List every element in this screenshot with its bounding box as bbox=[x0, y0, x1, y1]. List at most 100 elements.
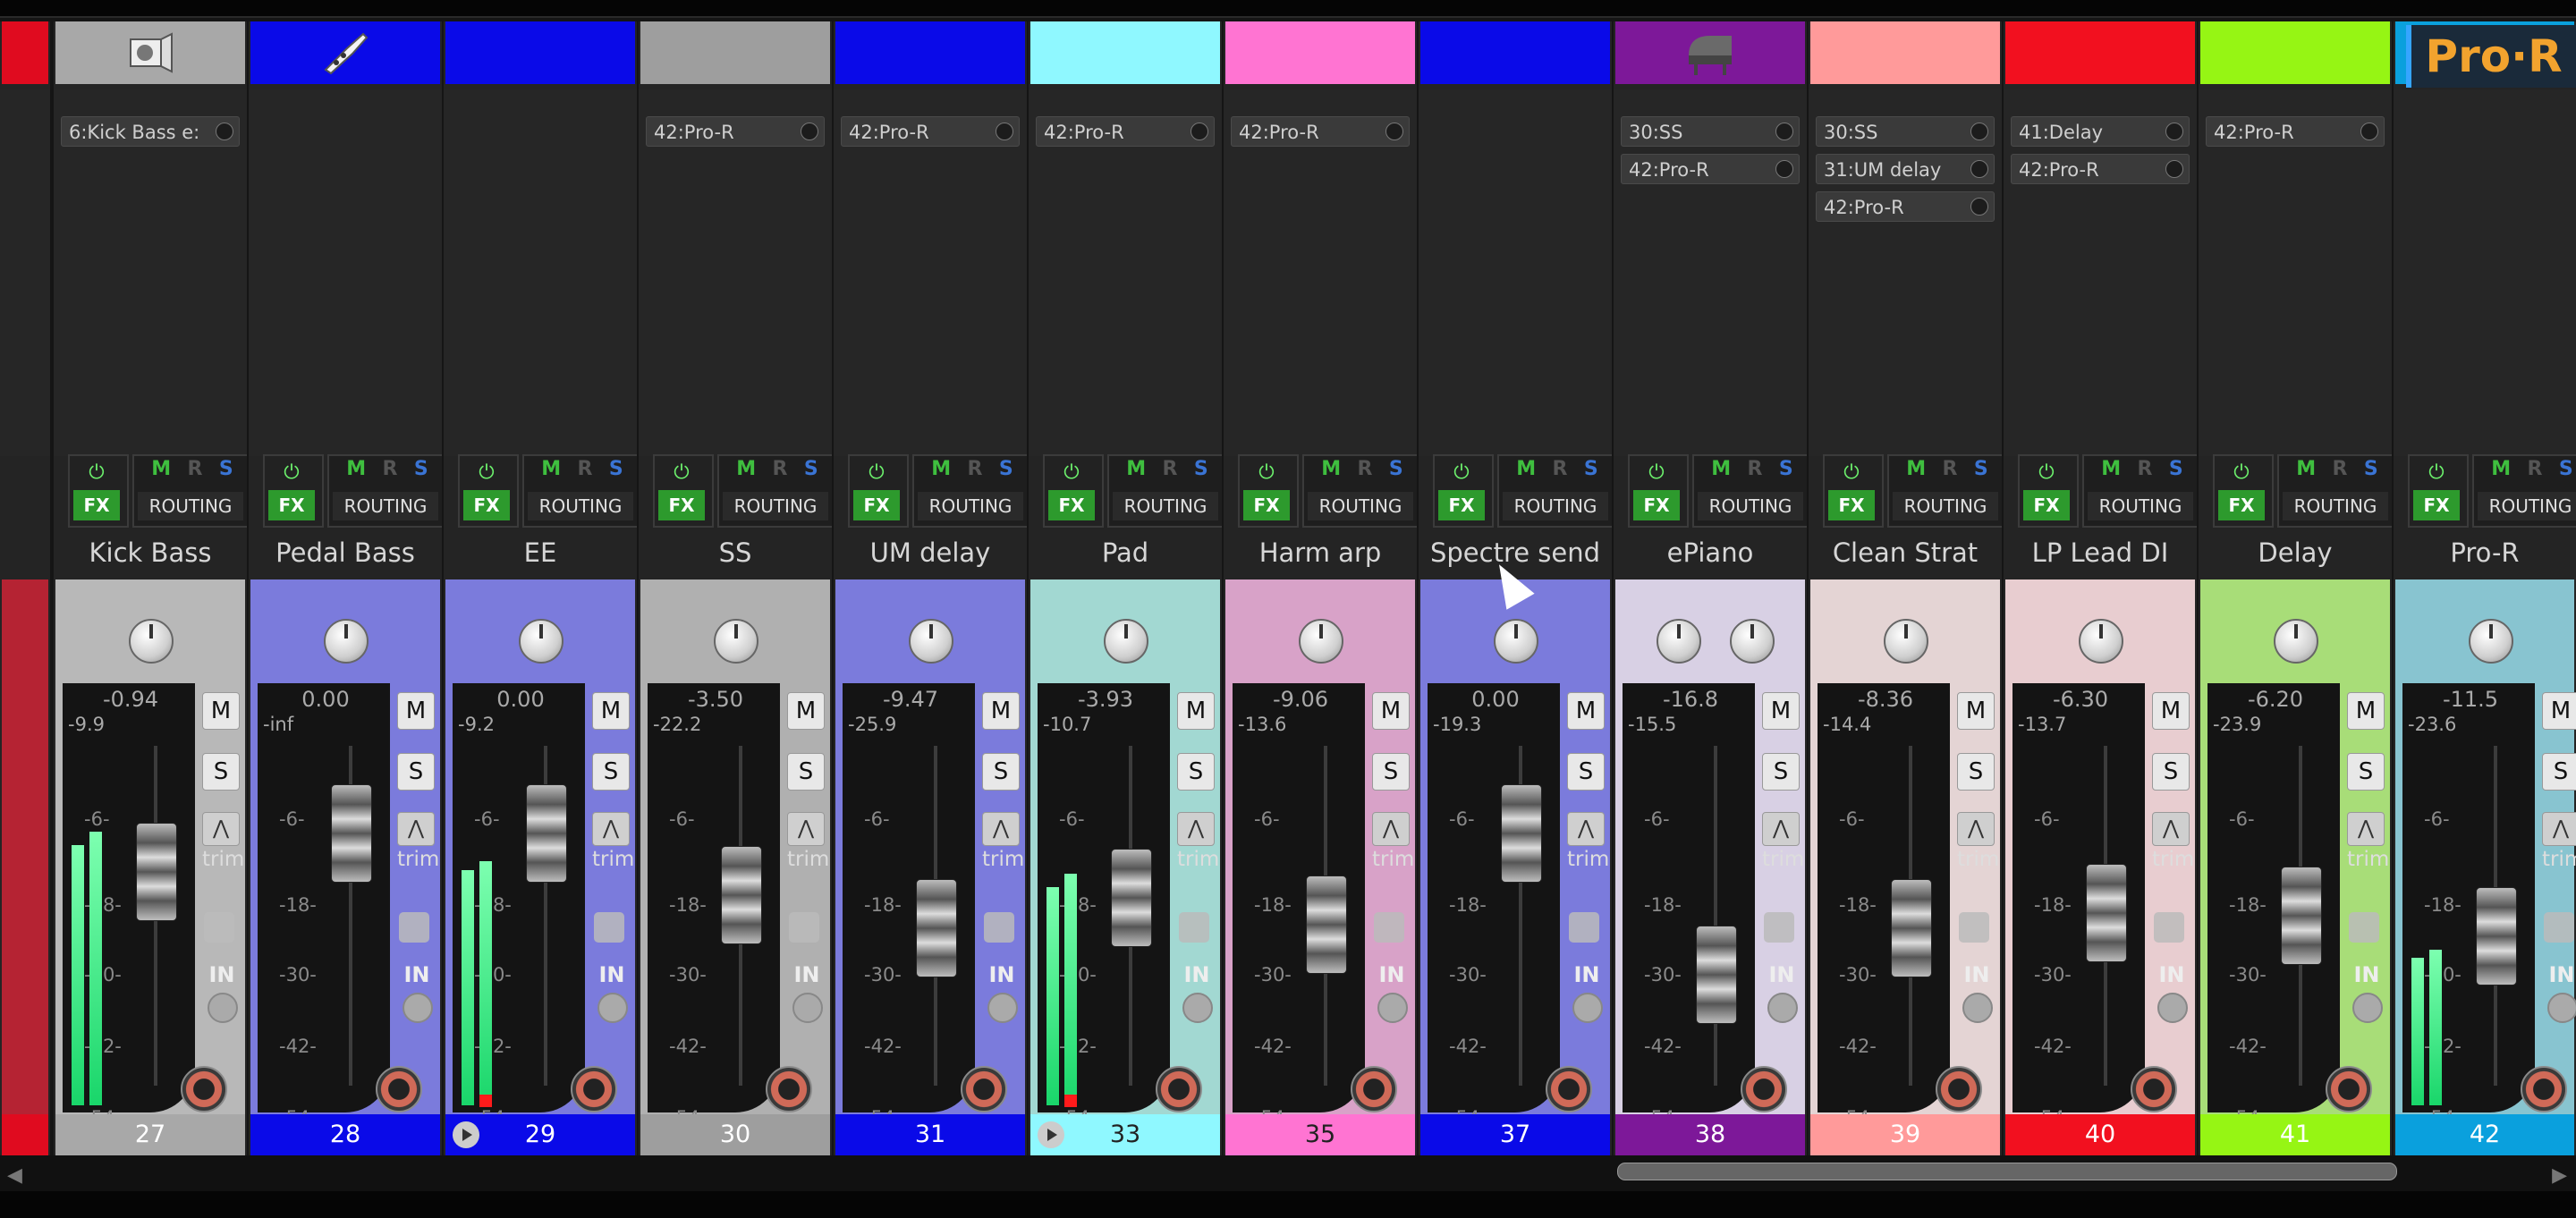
power-icon[interactable]: ⏻ bbox=[2222, 460, 2261, 486]
input-label[interactable]: IN bbox=[204, 962, 240, 987]
pan-knob[interactable] bbox=[1104, 619, 1148, 664]
track-name[interactable]: Clean Strat bbox=[1809, 533, 2002, 572]
solo-button[interactable]: S bbox=[2347, 753, 2385, 791]
peak-readout[interactable]: -23.6 bbox=[2408, 714, 2456, 735]
fx-button[interactable]: FX bbox=[1048, 490, 1095, 520]
track-number[interactable]: 33 bbox=[1030, 1114, 1220, 1155]
routing-button[interactable]: ROUTING bbox=[723, 492, 828, 520]
mute-button[interactable]: M bbox=[2347, 692, 2385, 730]
fx-button[interactable]: FX bbox=[463, 490, 510, 520]
input-dropdown-icon[interactable] bbox=[2352, 993, 2383, 1023]
fx-slot-list[interactable]: 30:SS 42:Pro-R bbox=[1614, 89, 1807, 456]
rec-arm-toggle[interactable]: R bbox=[2333, 458, 2348, 485]
input-label[interactable]: IN bbox=[1569, 962, 1605, 987]
track-number[interactable]: 41 bbox=[2200, 1114, 2390, 1155]
fx-slot-list[interactable]: 30:SS 31:UM delay 42:Pro-R bbox=[1809, 89, 2002, 456]
routing-button[interactable]: ROUTING bbox=[528, 492, 633, 520]
solo-toggle[interactable]: S bbox=[609, 458, 623, 485]
automation-mode[interactable]: trim bbox=[1177, 848, 1219, 871]
pan-knob[interactable] bbox=[2079, 619, 2123, 664]
solo-toggle[interactable]: S bbox=[219, 458, 233, 485]
routing-button[interactable]: ROUTING bbox=[138, 492, 243, 520]
automation-mode[interactable]: trim bbox=[787, 848, 829, 871]
mute-button[interactable]: M bbox=[2152, 692, 2190, 730]
fx-slot-list[interactable]: 6:Kick Bass e: bbox=[54, 89, 247, 456]
track-color-bar[interactable] bbox=[1225, 21, 1415, 84]
solo-button[interactable]: S bbox=[592, 753, 630, 791]
play-icon[interactable] bbox=[1038, 1121, 1064, 1148]
horizontal-scrollbar[interactable]: ◀ ▶ bbox=[0, 1155, 2576, 1191]
pan-knob[interactable] bbox=[2274, 619, 2318, 664]
input-dropdown-icon[interactable] bbox=[987, 993, 1018, 1023]
track-name[interactable]: Kick Bass bbox=[54, 533, 247, 572]
volume-readout[interactable]: -16.8 bbox=[1631, 687, 1750, 712]
input-dropdown-icon[interactable] bbox=[1767, 993, 1798, 1023]
routing-button[interactable]: ROUTING bbox=[2283, 492, 2388, 520]
power-icon[interactable]: ⏻ bbox=[857, 460, 896, 486]
automation-mode[interactable]: trim bbox=[592, 848, 634, 871]
master-send-toggle[interactable]: M bbox=[1906, 458, 1926, 485]
automation-icon[interactable]: ⋀ bbox=[592, 812, 630, 846]
rec-arm-toggle[interactable]: R bbox=[968, 458, 983, 485]
pan-knob[interactable] bbox=[1884, 619, 1928, 664]
fx-slot[interactable]: 42:Pro-R bbox=[1036, 116, 1215, 147]
mute-button[interactable]: M bbox=[202, 692, 240, 730]
fx-slot-list[interactable] bbox=[2394, 89, 2576, 456]
fx-wet-knob-icon[interactable] bbox=[1385, 123, 1403, 140]
fx-slot-list[interactable]: 42:Pro-R bbox=[834, 89, 1027, 456]
solo-toggle[interactable]: S bbox=[1974, 458, 1988, 485]
track-color-bar[interactable] bbox=[835, 21, 1025, 84]
input-label[interactable]: IN bbox=[399, 962, 435, 987]
fx-slot[interactable]: 6:Kick Bass e: bbox=[61, 116, 240, 147]
solo-button[interactable]: S bbox=[2152, 753, 2190, 791]
scroll-right-icon[interactable]: ▶ bbox=[2552, 1164, 2567, 1187]
fx-wet-knob-icon[interactable] bbox=[801, 123, 818, 140]
rec-arm-toggle[interactable]: R bbox=[1358, 458, 1373, 485]
automation-mode[interactable]: trim bbox=[1762, 848, 1804, 871]
monitor-icon[interactable] bbox=[399, 912, 429, 943]
track-name[interactable]: SS bbox=[639, 533, 832, 572]
clip-indicator[interactable] bbox=[479, 1095, 492, 1107]
track-name[interactable]: Harm arp bbox=[1224, 533, 1417, 572]
volume-readout[interactable]: 0.00 bbox=[462, 687, 580, 712]
solo-toggle[interactable]: S bbox=[414, 458, 428, 485]
monitor-icon[interactable] bbox=[984, 912, 1014, 943]
volume-readout[interactable]: -9.06 bbox=[1241, 687, 1360, 712]
track-name[interactable]: ePiano bbox=[1614, 533, 1807, 572]
track-color-bar[interactable] bbox=[445, 21, 635, 84]
master-send-toggle[interactable]: M bbox=[151, 458, 171, 485]
routing-button[interactable]: ROUTING bbox=[1893, 492, 1998, 520]
track-name[interactable]: UM delay bbox=[834, 533, 1027, 572]
power-icon[interactable]: ⏻ bbox=[662, 460, 701, 486]
volume-readout[interactable]: -11.5 bbox=[2411, 687, 2529, 712]
solo-toggle[interactable]: S bbox=[999, 458, 1013, 485]
volume-fader[interactable] bbox=[1501, 784, 1542, 883]
pan-knob[interactable] bbox=[1299, 619, 1343, 664]
power-icon[interactable]: ⏻ bbox=[467, 460, 506, 486]
record-arm-button[interactable] bbox=[2326, 1066, 2372, 1112]
track-number[interactable]: 35 bbox=[1225, 1114, 1415, 1155]
input-label[interactable]: IN bbox=[594, 962, 630, 987]
track-color-bar[interactable] bbox=[2, 21, 48, 84]
solo-toggle[interactable]: S bbox=[1779, 458, 1793, 485]
play-icon[interactable] bbox=[453, 1121, 479, 1148]
routing-button[interactable]: ROUTING bbox=[333, 492, 438, 520]
fx-wet-knob-icon[interactable] bbox=[2165, 160, 2183, 178]
monitor-icon[interactable] bbox=[2154, 912, 2184, 943]
power-icon[interactable]: ⏻ bbox=[2417, 460, 2456, 486]
solo-toggle[interactable]: S bbox=[804, 458, 818, 485]
master-send-toggle[interactable]: M bbox=[541, 458, 561, 485]
master-send-toggle[interactable]: M bbox=[2101, 458, 2121, 485]
peak-readout[interactable]: -19.3 bbox=[1433, 714, 1481, 735]
mute-button[interactable]: M bbox=[982, 692, 1020, 730]
fx-wet-knob-icon[interactable] bbox=[1970, 160, 1988, 178]
record-arm-button[interactable] bbox=[2131, 1066, 2177, 1112]
fx-slot[interactable]: 42:Pro-R bbox=[1621, 154, 1800, 184]
track-name[interactable]: EE bbox=[444, 533, 637, 572]
track-name[interactable]: LP Lead DI bbox=[2004, 533, 2197, 572]
automation-mode[interactable]: trim bbox=[982, 848, 1024, 871]
volume-fader[interactable] bbox=[331, 784, 372, 883]
automation-mode[interactable]: trim bbox=[1567, 848, 1609, 871]
master-send-toggle[interactable]: M bbox=[346, 458, 366, 485]
solo-button[interactable]: S bbox=[982, 753, 1020, 791]
